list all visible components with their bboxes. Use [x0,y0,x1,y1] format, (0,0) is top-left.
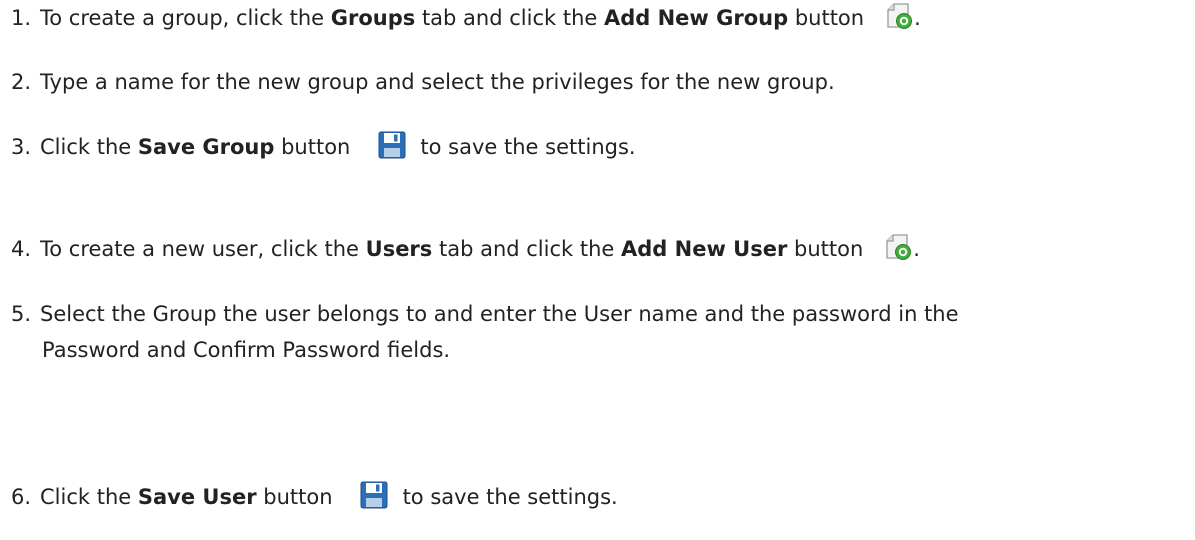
button-name-save-user: Save User [137,485,257,509]
step-1: 1. To create a group, click the Groups ta… [11,0,1185,36]
button-name-add-new-group: Add New Group [603,6,789,30]
add-new-icon [884,1,914,31]
step-text: to save the settings. [420,135,636,159]
step-number: 3. [11,135,32,159]
step-text: . [913,237,920,261]
step-text: . [914,6,921,30]
tab-name-groups: Groups [330,6,416,30]
step-4: 4. To create a new user, click the Users … [11,231,1185,267]
step-text-continued: Password and Confirm Password fields. [42,338,451,362]
step-text: button [274,135,351,159]
step-number: 4. [11,237,32,261]
step-text: Type a name for the new group and select… [40,70,835,94]
step-2: 2. Type a name for the new group and sele… [11,64,1185,100]
step-number: 2. [11,70,32,94]
step-text: tab and click the [415,6,604,30]
step-text: tab and click the [432,237,621,261]
tab-name-users: Users [365,237,433,261]
save-disk-icon [359,480,389,510]
step-text: button [256,485,333,509]
step-text: to save the settings. [402,485,618,509]
step-text: Click the [40,135,138,159]
step-number: 5. [11,302,32,326]
step-text: button [787,237,864,261]
button-name-save-group: Save Group [137,135,275,159]
step-6: 6. Click the Save User button to save the… [11,479,1185,515]
step-text: Click the [40,485,138,509]
add-new-icon [883,232,913,262]
step-number: 6. [11,485,32,509]
step-text: To create a group, click the [40,6,331,30]
save-disk-icon [377,130,407,160]
step-number: 1. [11,6,32,30]
step-text: To create a new user, click the [40,237,366,261]
step-3: 3. Click the Save Group button to save th… [11,129,1185,165]
button-name-add-new-user: Add New User [621,237,788,261]
step-5: 5. Select the Group the user belongs to a… [11,296,1185,368]
step-text: Select the Group the user belongs to and… [40,302,959,326]
step-text: button [788,6,865,30]
